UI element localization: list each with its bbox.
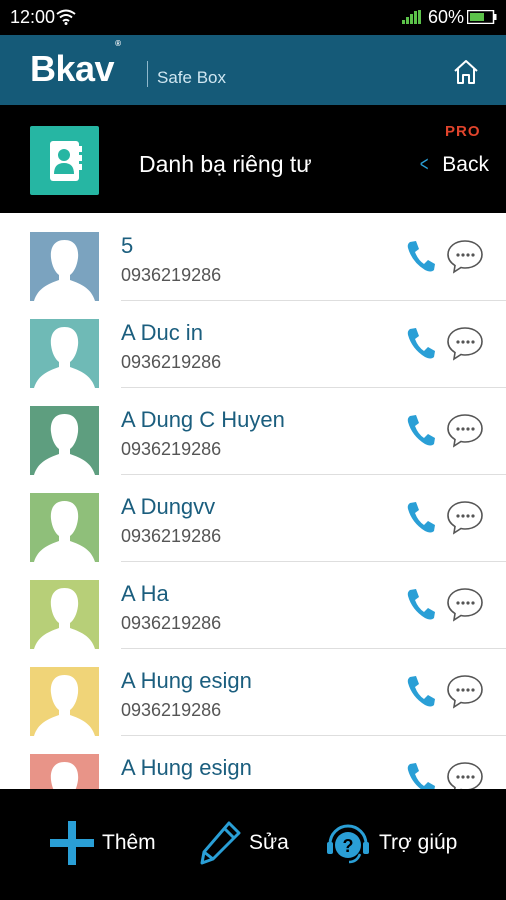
contact-row[interactable]: A Hung esign 0936219286: [0, 648, 506, 736]
avatar: [30, 406, 99, 475]
status-time: 12:00: [10, 7, 56, 27]
contact-row[interactable]: A Ha 0936219286: [0, 561, 506, 649]
contact-phone: 0936219286: [121, 265, 222, 285]
battery-percent: 60%: [428, 7, 465, 27]
chat-bubble-icon[interactable]: [446, 674, 484, 710]
chat-bubble-icon[interactable]: [446, 587, 484, 623]
contact-phone: 0936219286: [121, 526, 222, 546]
contact-name: A Hung esign: [121, 668, 252, 693]
app-subtitle: Safe Box: [157, 68, 226, 87]
help-label: Trợ giúp: [379, 831, 458, 854]
bottom-toolbar: Thêm Sửa ? Trợ giúp: [0, 789, 506, 900]
brand-divider: [147, 61, 148, 87]
svg-text:?: ?: [343, 836, 354, 856]
avatar: [30, 754, 99, 789]
contact-row[interactable]: A Duc in 0936219286: [0, 300, 506, 388]
chat-bubble-icon[interactable]: [446, 239, 484, 275]
contact-row[interactable]: A Dung C Huyen 0936219286: [0, 387, 506, 475]
avatar: [30, 580, 99, 649]
section-header: Danh bạ riêng tư PRO < Back: [0, 105, 506, 213]
contact-name: A Dungvv: [121, 494, 216, 519]
chevron-left-icon: <: [419, 153, 429, 176]
phone-call-icon[interactable]: [405, 761, 437, 789]
contact-row[interactable]: A Dungvv 0936219286: [0, 474, 506, 562]
contact-name: A Hung esign: [121, 755, 252, 780]
add-button[interactable]: Thêm: [50, 819, 156, 867]
contact-row[interactable]: A Hung esign: [0, 735, 506, 789]
contact-list[interactable]: 5 0936219286 A Duc in 0936219286 A Dung …: [0, 213, 506, 789]
page-title: Danh bạ riêng tư: [139, 151, 312, 177]
home-icon[interactable]: [452, 58, 480, 86]
pro-badge: PRO: [445, 123, 481, 140]
contact-phone: 0936219286: [121, 700, 222, 720]
chat-bubble-icon[interactable]: [446, 500, 484, 536]
avatar: [30, 667, 99, 736]
edit-button[interactable]: Sửa: [199, 819, 289, 867]
avatar: [30, 232, 99, 301]
contact-name: A Duc in: [121, 320, 203, 345]
plus-icon: [50, 821, 94, 865]
help-button[interactable]: ? Trợ giúp: [325, 819, 457, 867]
wifi-icon: [56, 9, 76, 25]
signal-icon: [402, 10, 421, 24]
contact-name: A Dung C Huyen: [121, 407, 285, 432]
contacts-book-icon: [30, 126, 99, 195]
phone-call-icon[interactable]: [405, 587, 437, 621]
back-label: Back: [442, 153, 489, 176]
contact-phone: 0936219286: [121, 613, 222, 633]
contact-name: A Ha: [121, 581, 169, 606]
brand-logo: Bkav®: [30, 39, 121, 89]
add-label: Thêm: [102, 831, 156, 854]
contact-row[interactable]: 5 0936219286: [0, 213, 506, 301]
phone-call-icon[interactable]: [405, 239, 437, 273]
battery-icon: [467, 10, 497, 24]
contact-phone: 0936219286: [121, 352, 222, 372]
back-button[interactable]: < Back: [418, 153, 489, 177]
phone-call-icon[interactable]: [405, 413, 437, 447]
contact-phone: 0936219286: [121, 439, 222, 459]
app-header: Bkav® Safe Box: [0, 35, 506, 105]
chat-bubble-icon[interactable]: [446, 413, 484, 449]
phone-call-icon[interactable]: [405, 326, 437, 360]
pencil-icon: [200, 821, 241, 865]
phone-call-icon[interactable]: [405, 674, 437, 708]
phone-call-icon[interactable]: [405, 500, 437, 534]
avatar: [30, 319, 99, 388]
chat-bubble-icon[interactable]: [446, 326, 484, 362]
help-headset-icon: ?: [327, 824, 369, 864]
status-bar: 12:00 60%: [0, 0, 506, 35]
avatar: [30, 493, 99, 562]
chat-bubble-icon[interactable]: [446, 761, 484, 789]
edit-label: Sửa: [249, 831, 289, 854]
contact-name: 5: [121, 233, 134, 258]
